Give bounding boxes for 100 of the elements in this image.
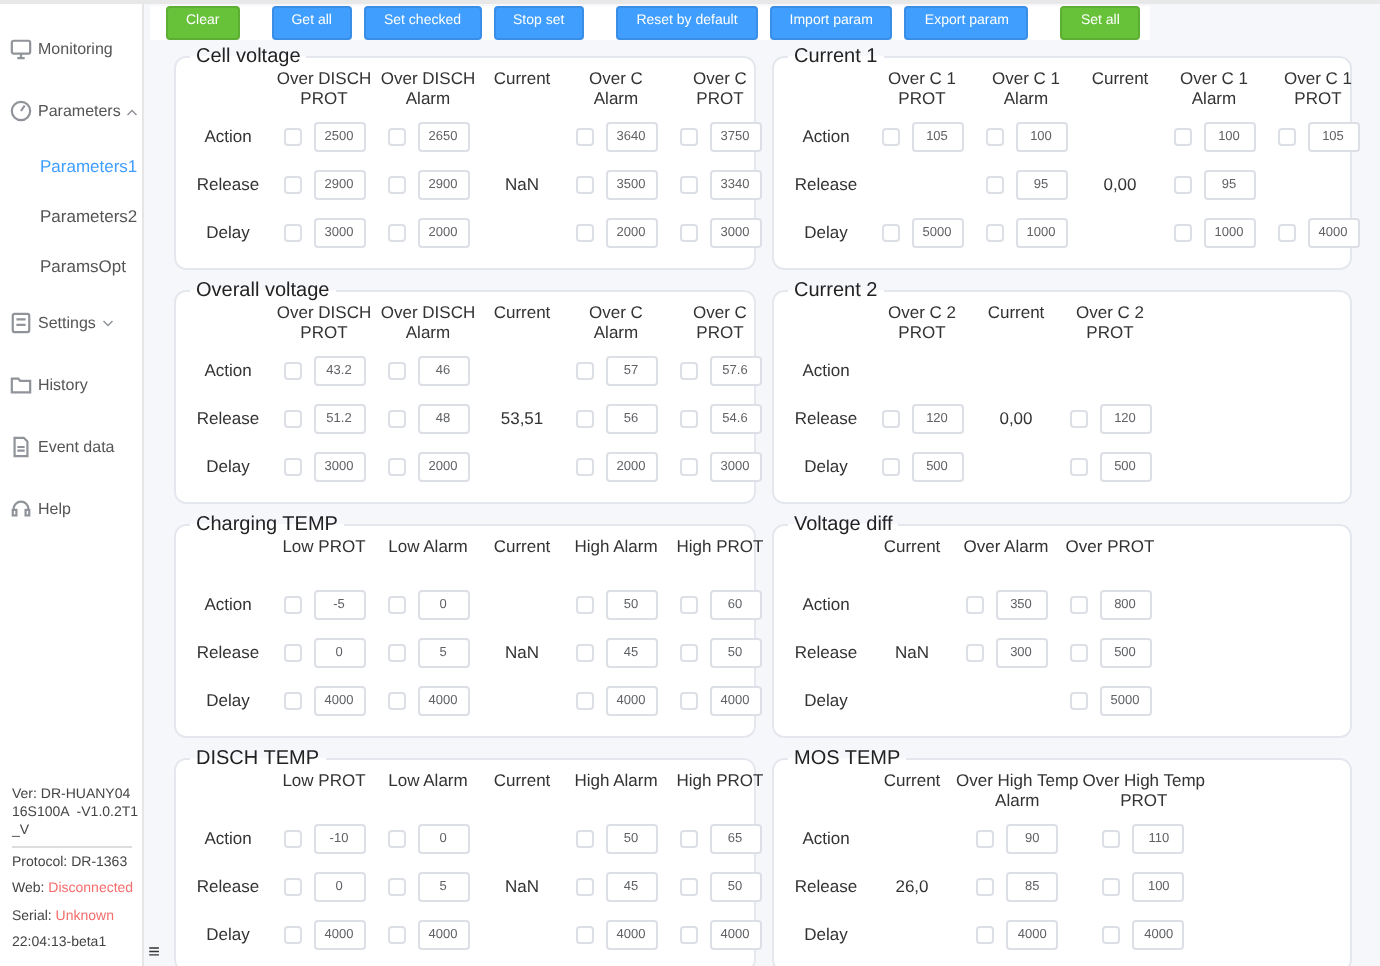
checkbox[interactable]: [679, 361, 697, 379]
checkbox[interactable]: [575, 223, 593, 241]
submenu-item[interactable]: ParamsOpt: [0, 242, 142, 292]
checkbox[interactable]: [575, 691, 593, 709]
checkbox[interactable]: [1173, 175, 1191, 193]
checkbox[interactable]: [985, 223, 1003, 241]
checkbox[interactable]: [283, 877, 301, 895]
checkbox[interactable]: [283, 595, 301, 613]
checkbox[interactable]: [679, 223, 697, 241]
column-header: Low Alarm: [388, 770, 468, 790]
checkbox[interactable]: [1069, 409, 1087, 427]
menu-item[interactable]: Event data: [0, 416, 142, 478]
checkbox[interactable]: [679, 409, 697, 427]
checkbox[interactable]: [283, 175, 301, 193]
row-label: Release: [794, 405, 858, 431]
checkbox[interactable]: [976, 829, 995, 847]
checkbox[interactable]: [881, 127, 899, 145]
checkbox[interactable]: [283, 223, 301, 241]
checkbox[interactable]: [965, 595, 983, 613]
menu-toggle[interactable]: ≡: [148, 944, 160, 964]
checkbox[interactable]: [283, 643, 301, 661]
checkbox[interactable]: [1069, 457, 1087, 475]
checkbox[interactable]: [1277, 223, 1295, 241]
checkbox[interactable]: [881, 409, 899, 427]
column-header: Over C 1 PROT: [1283, 68, 1352, 108]
row-label: Delay: [206, 687, 250, 713]
checkbox[interactable]: [575, 925, 593, 943]
checkbox[interactable]: [283, 925, 301, 943]
checkbox[interactable]: [976, 877, 995, 895]
checkbox[interactable]: [1069, 595, 1087, 613]
checkbox[interactable]: [387, 877, 405, 895]
checkbox[interactable]: [679, 127, 697, 145]
menu-item[interactable]: Help: [0, 478, 142, 540]
checkbox[interactable]: [965, 643, 983, 661]
menu-item[interactable]: Monitoring: [0, 18, 142, 80]
column-header: Current: [1091, 68, 1149, 88]
checkbox[interactable]: [387, 127, 405, 145]
checkbox[interactable]: [387, 925, 405, 943]
checkbox[interactable]: [1173, 223, 1191, 241]
row-label: Release: [196, 639, 260, 665]
checkbox[interactable]: [679, 595, 697, 613]
checkbox[interactable]: [283, 829, 301, 847]
row-label: Delay: [206, 921, 250, 947]
checkbox[interactable]: [387, 829, 405, 847]
checkbox[interactable]: [575, 175, 593, 193]
checkbox[interactable]: [1102, 925, 1121, 943]
checkbox[interactable]: [679, 643, 697, 661]
submenu-item[interactable]: Parameters2: [0, 192, 142, 242]
checkbox[interactable]: [575, 409, 593, 427]
column-header: Over C 1 Alarm: [1179, 68, 1248, 108]
checkbox[interactable]: [1069, 691, 1087, 709]
checkbox[interactable]: [387, 409, 405, 427]
checkbox[interactable]: [985, 175, 1003, 193]
checkbox[interactable]: [679, 877, 697, 895]
checkbox[interactable]: [575, 457, 593, 475]
checkbox[interactable]: [1173, 127, 1191, 145]
checkbox[interactable]: [387, 361, 405, 379]
checkbox[interactable]: [976, 925, 995, 943]
row-label: Release: [794, 639, 858, 665]
menu-item[interactable]: Parameters: [0, 80, 142, 142]
current-value: NaN: [894, 639, 929, 665]
checkbox[interactable]: [575, 829, 593, 847]
checkbox[interactable]: [1102, 877, 1121, 895]
column-header: Over C 1 Alarm: [991, 68, 1060, 108]
checkbox[interactable]: [679, 457, 697, 475]
checkbox[interactable]: [679, 691, 697, 709]
row-label: Delay: [804, 453, 848, 479]
checkbox[interactable]: [881, 457, 899, 475]
checkbox[interactable]: [387, 595, 405, 613]
checkbox[interactable]: [1069, 643, 1087, 661]
checkbox[interactable]: [283, 457, 301, 475]
checkbox[interactable]: [679, 829, 697, 847]
row-label: Delay: [804, 219, 848, 245]
checkbox[interactable]: [881, 223, 899, 241]
checkbox[interactable]: [575, 127, 593, 145]
menu-item[interactable]: Settings: [0, 292, 142, 354]
checkbox[interactable]: [985, 127, 1003, 145]
checkbox[interactable]: [283, 691, 301, 709]
checkbox[interactable]: [575, 643, 593, 661]
checkbox[interactable]: [387, 175, 405, 193]
checkbox[interactable]: [575, 595, 593, 613]
checkbox[interactable]: [1102, 829, 1121, 847]
row-label: Action: [802, 825, 850, 851]
checkbox[interactable]: [387, 457, 405, 475]
column-header: Over C 2 PROT: [1075, 302, 1144, 342]
menu-item[interactable]: History: [0, 354, 142, 416]
checkbox[interactable]: [387, 691, 405, 709]
checkbox[interactable]: [283, 361, 301, 379]
checkbox[interactable]: [679, 175, 697, 193]
checkbox[interactable]: [387, 223, 405, 241]
column-header: Current: [883, 536, 941, 556]
checkbox[interactable]: [387, 643, 405, 661]
headset-icon: [10, 498, 32, 520]
checkbox[interactable]: [575, 361, 593, 379]
checkbox[interactable]: [1277, 127, 1295, 145]
checkbox[interactable]: [283, 127, 301, 145]
checkbox[interactable]: [679, 925, 697, 943]
checkbox[interactable]: [283, 409, 301, 427]
checkbox[interactable]: [575, 877, 593, 895]
column-header: High PROT: [676, 770, 764, 790]
